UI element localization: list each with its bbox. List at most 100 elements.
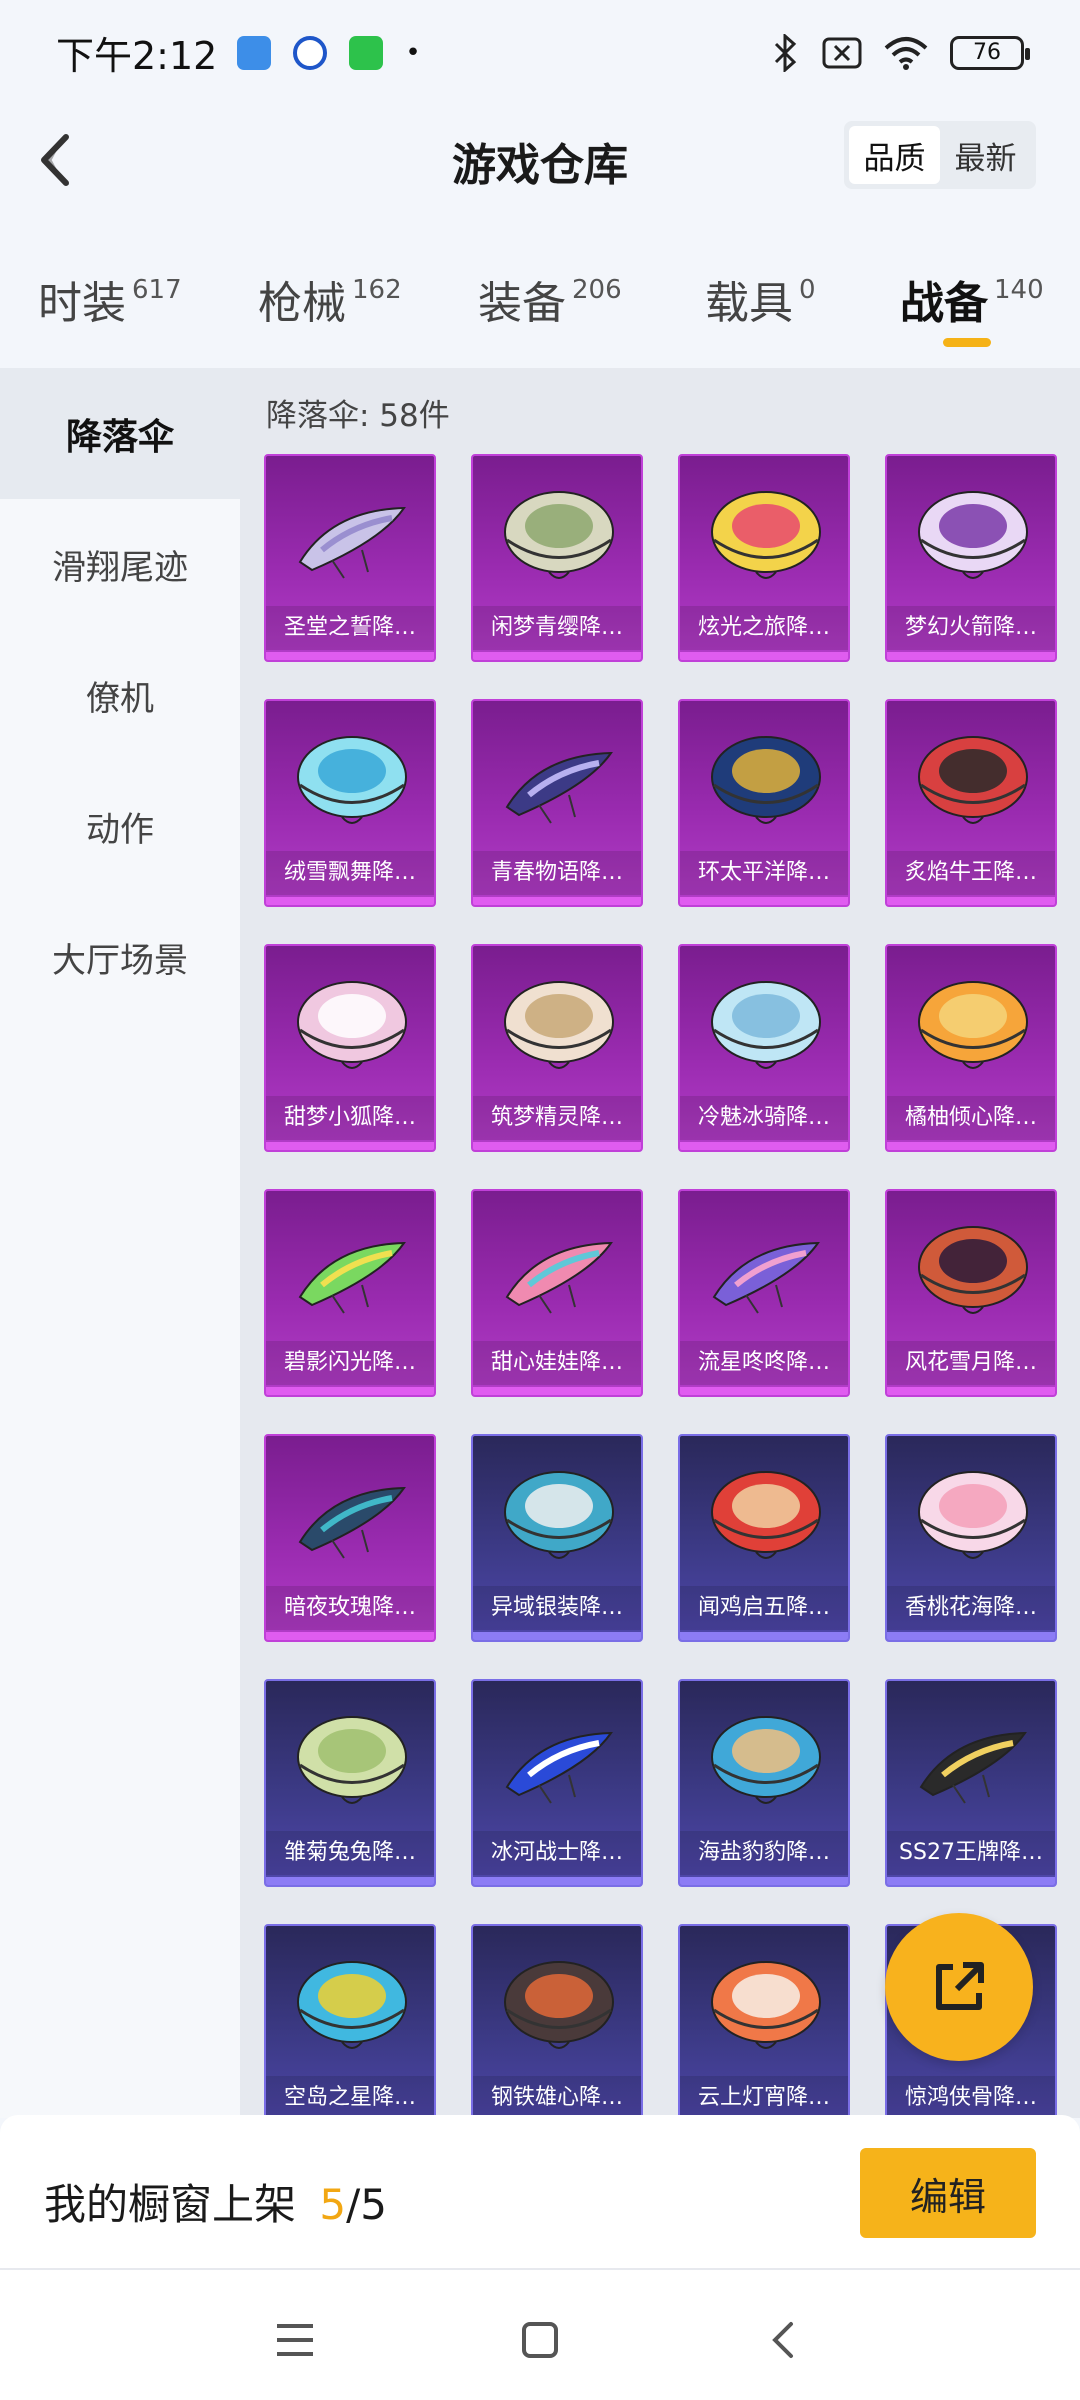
parachute-image	[711, 1716, 821, 1804]
parachute-item-card[interactable]: 冷魅冰骑降…	[678, 944, 850, 1152]
parachute-image	[711, 981, 821, 1069]
sidebar-item-lobby-scene[interactable]: 大厅场景	[0, 892, 240, 1023]
parachute-item-card[interactable]: 风花雪月降…	[885, 1189, 1057, 1397]
parachute-item-card[interactable]: 海盐豹豹降…	[678, 1679, 850, 1887]
parachute-image	[712, 1241, 820, 1314]
rarity-stripe	[680, 1877, 848, 1885]
share-icon	[936, 1962, 984, 2010]
parachute-item-card[interactable]: 橘柚倾心降…	[885, 944, 1057, 1152]
tab-vehicles[interactable]: 载具 0	[705, 267, 816, 331]
sort-toggle: 品质 最新	[844, 121, 1036, 189]
parachute-item-card[interactable]: 异域银装降…	[471, 1434, 643, 1642]
tab-combat-gear[interactable]: 战备 140	[900, 267, 1044, 331]
parachute-item-card[interactable]: 炙焰牛王降…	[885, 699, 1057, 907]
rarity-stripe	[680, 897, 848, 905]
rarity-stripe	[680, 1387, 848, 1395]
tab-fashion[interactable]: 时装 617	[38, 267, 182, 331]
share-fab-button[interactable]	[885, 1913, 1033, 2061]
showcase-status: 我的橱窗上架 5/5	[44, 2171, 387, 2232]
parachute-image	[504, 491, 614, 579]
parachute-image	[918, 1471, 1028, 1559]
item-name: 异域银装降…	[473, 1586, 641, 1630]
sidebar-item-wingman[interactable]: 僚机	[0, 630, 240, 761]
header: 游戏仓库 品质 最新	[0, 105, 1080, 215]
parachute-image	[297, 1961, 407, 2049]
parachute-image	[504, 1471, 614, 1559]
parachute-item-card[interactable]: SS27王牌降…	[885, 1679, 1057, 1887]
parachute-item-card[interactable]: 炫光之旅降…	[678, 454, 850, 662]
menu-icon[interactable]	[265, 2310, 325, 2370]
sidebar: 降落伞 滑翔尾迹 僚机 动作 大厅场景	[0, 368, 240, 2118]
item-name: 流星咚咚降…	[680, 1341, 848, 1385]
item-name: 筑梦精灵降…	[473, 1096, 641, 1140]
item-name: 炙焰牛王降…	[887, 851, 1055, 895]
parachute-item-card[interactable]: 圣堂之誓降…	[264, 454, 436, 662]
edit-showcase-button[interactable]: 编辑	[860, 2148, 1036, 2238]
parachute-item-card[interactable]: 闻鸡启五降…	[678, 1434, 850, 1642]
parachute-item-card[interactable]: 青春物语降…	[471, 699, 643, 907]
parachute-image	[711, 491, 821, 579]
parachute-item-card[interactable]: 碧影闪光降…	[264, 1189, 436, 1397]
sort-newest-option[interactable]: 最新	[940, 126, 1031, 184]
parachute-image	[505, 1241, 613, 1314]
rarity-stripe	[473, 652, 641, 660]
item-count-label: 降落伞: 58件	[266, 398, 450, 434]
wechat-notification-icon	[349, 35, 384, 70]
rarity-stripe	[680, 652, 848, 660]
rarity-stripe	[887, 1142, 1055, 1150]
rarity-stripe	[266, 1142, 434, 1150]
showcase-label: 我的橱窗上架	[44, 2180, 297, 2229]
rarity-stripe	[887, 897, 1055, 905]
sidebar-item-parachute[interactable]: 降落伞	[0, 368, 240, 499]
rarity-stripe	[266, 652, 434, 660]
tab-label: 载具	[705, 278, 793, 329]
item-name: 空岛之星降…	[266, 2076, 434, 2118]
parachute-item-card[interactable]: 钢铁雄心降…	[471, 1924, 643, 2118]
item-name: 甜梦小狐降…	[266, 1096, 434, 1140]
nav-back-icon[interactable]	[755, 2310, 815, 2370]
parachute-item-card[interactable]: 甜心娃娃降…	[471, 1189, 643, 1397]
parachute-item-card[interactable]: 甜梦小狐降…	[264, 944, 436, 1152]
parachute-image	[711, 736, 821, 824]
parachute-image	[918, 491, 1028, 579]
tab-equipment[interactable]: 装备 206	[478, 267, 622, 331]
parachute-image	[504, 981, 614, 1069]
item-name: 青春物语降…	[473, 851, 641, 895]
parachute-image	[505, 751, 613, 824]
parachute-item-card[interactable]: 雏菊兔兔降…	[264, 1679, 436, 1887]
parachute-item-card[interactable]: 流星咚咚降…	[678, 1189, 850, 1397]
parachute-item-card[interactable]: 筑梦精灵降…	[471, 944, 643, 1152]
parachute-image	[297, 736, 407, 824]
rarity-stripe	[266, 897, 434, 905]
tab-firearms[interactable]: 枪械 162	[258, 267, 402, 331]
item-name: 冰河战士降…	[473, 1831, 641, 1875]
active-tab-indicator	[943, 338, 991, 347]
sidebar-item-glide-trail[interactable]: 滑翔尾迹	[0, 499, 240, 630]
parachute-image	[504, 1961, 614, 2049]
tab-label: 装备	[478, 278, 566, 329]
parachute-item-card[interactable]: 闲梦青缨降…	[471, 454, 643, 662]
parachute-image	[918, 736, 1028, 824]
parachute-image	[505, 1731, 613, 1804]
item-name: 甜心娃娃降…	[473, 1341, 641, 1385]
sidebar-item-emote[interactable]: 动作	[0, 761, 240, 892]
mail-notification-icon	[237, 35, 272, 70]
parachute-item-card[interactable]: 暗夜玫瑰降…	[264, 1434, 436, 1642]
parachute-item-card[interactable]: 绒雪飘舞降…	[264, 699, 436, 907]
parachute-image	[298, 1486, 406, 1559]
parachute-item-card[interactable]: 云上灯宵降…	[678, 1924, 850, 2118]
rarity-stripe	[887, 652, 1055, 660]
parachute-item-card[interactable]: 香桃花海降…	[885, 1434, 1057, 1642]
item-name: 闲梦青缨降…	[473, 606, 641, 650]
parachute-image	[919, 1731, 1027, 1804]
sort-quality-option[interactable]: 品质	[849, 126, 940, 184]
tab-label: 战备	[900, 278, 988, 329]
parachute-item-card[interactable]: 环太平洋降…	[678, 699, 850, 907]
parachute-item-card[interactable]: 冰河战士降…	[471, 1679, 643, 1887]
parachute-image	[711, 1961, 821, 2049]
showcase-bar: 我的橱窗上架 5/5 编辑	[0, 2115, 1080, 2270]
home-icon[interactable]	[510, 2310, 570, 2370]
item-name: 海盐豹豹降…	[680, 1831, 848, 1875]
parachute-item-card[interactable]: 梦幻火箭降…	[885, 454, 1057, 662]
parachute-item-card[interactable]: 空岛之星降…	[264, 1924, 436, 2118]
